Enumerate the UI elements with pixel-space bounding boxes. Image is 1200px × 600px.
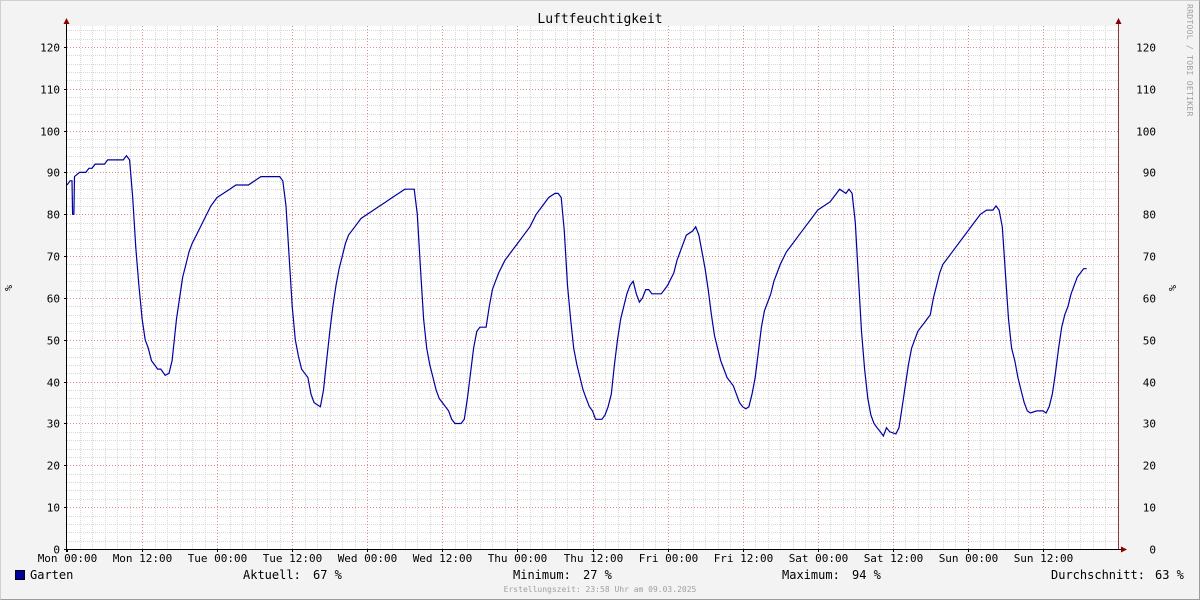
x-tick-label: Thu 00:00 — [488, 552, 548, 565]
y-tick-label-left: 100 — [40, 126, 60, 139]
y-tick-label-left: 70 — [47, 251, 60, 264]
y-tick-label-left: 40 — [47, 377, 60, 390]
x-tick-label: Mon 12:00 — [113, 552, 173, 565]
y-tick-label-left: 20 — [47, 460, 60, 473]
y-tick-label-right: 80 — [1143, 209, 1156, 222]
y-tick-label-left: 80 — [47, 209, 60, 222]
legend-avg-label: Durchschnitt: — [1051, 568, 1145, 582]
x-tick-label: Wed 12:00 — [413, 552, 473, 565]
y-tick-label-left: 90 — [47, 167, 60, 180]
y-tick-label-left: 60 — [47, 293, 60, 306]
x-tick-label: Fri 00:00 — [639, 552, 699, 565]
legend-max-label: Maximum: — [782, 568, 840, 582]
y-axis-right-arrow — [1115, 18, 1122, 24]
y-tick-label-left: 30 — [47, 418, 60, 431]
y-tick-label-right: 0 — [1149, 544, 1156, 557]
x-tick-label: Sun 12:00 — [1014, 552, 1074, 565]
x-tick-label: Sat 00:00 — [789, 552, 849, 565]
y-tick-label-right: 30 — [1143, 418, 1156, 431]
x-tick-label: Tue 12:00 — [263, 552, 323, 565]
x-tick-label: Mon 00:00 — [38, 552, 98, 565]
x-tick-label: Thu 12:00 — [564, 552, 624, 565]
legend-series-name: Garten — [30, 568, 74, 582]
x-tick-label: Tue 00:00 — [188, 552, 248, 565]
y-tick-label-right: 120 — [1136, 42, 1156, 55]
y-tick-label-left: 10 — [47, 502, 60, 515]
x-tick-label: Sat 12:00 — [864, 552, 924, 565]
legend-max-value: 94 % — [852, 568, 881, 582]
y-tick-label-right: 70 — [1143, 251, 1156, 264]
legend-current-label: Aktuell: — [243, 568, 301, 582]
y-tick-label-right: 40 — [1143, 377, 1156, 390]
y-axis-arrow — [63, 18, 70, 24]
y-tick-label-left: 110 — [40, 84, 60, 97]
legend-avg-value: 63 % — [1155, 568, 1184, 582]
x-tick-label: Wed 00:00 — [338, 552, 398, 565]
y-tick-label-right: 100 — [1136, 126, 1156, 139]
legend-swatch — [15, 570, 25, 580]
legend-min-label: Minimum: — [513, 568, 571, 582]
y-tick-label-left: 50 — [47, 335, 60, 348]
humidity-chart: 0 010 1020 2030 3040 4050 5060 6070 7080 8090 9010… — [4, 12, 1179, 565]
y-tick-label-right: 50 — [1143, 335, 1156, 348]
y-tick-label-right: 20 — [1143, 460, 1156, 473]
y-axis-label-right: % — [1168, 285, 1179, 291]
legend-min-value: 27 % — [583, 568, 612, 582]
y-tick-label-right: 10 — [1143, 502, 1156, 515]
plot-area — [67, 26, 1118, 549]
y-axis-label-left: % — [4, 285, 15, 291]
creation-timestamp: Erstellungszeit: 23:58 Uhr am 09.03.2025 — [503, 585, 697, 594]
y-tick-label-right: 60 — [1143, 293, 1156, 306]
x-axis-arrow — [1121, 546, 1127, 553]
y-tick-label-right: 110 — [1136, 84, 1156, 97]
y-tick-label-left: 120 — [40, 42, 60, 55]
x-tick-label: Sun 00:00 — [939, 552, 999, 565]
rrdtool-watermark: RRDTOOL / TOBI OETIKER — [1185, 4, 1194, 117]
chart-title: Luftfeuchtigkeit — [537, 12, 662, 27]
legend-current-value: 67 % — [313, 568, 342, 582]
x-tick-label: Fri 12:00 — [714, 552, 774, 565]
y-tick-label-right: 90 — [1143, 167, 1156, 180]
